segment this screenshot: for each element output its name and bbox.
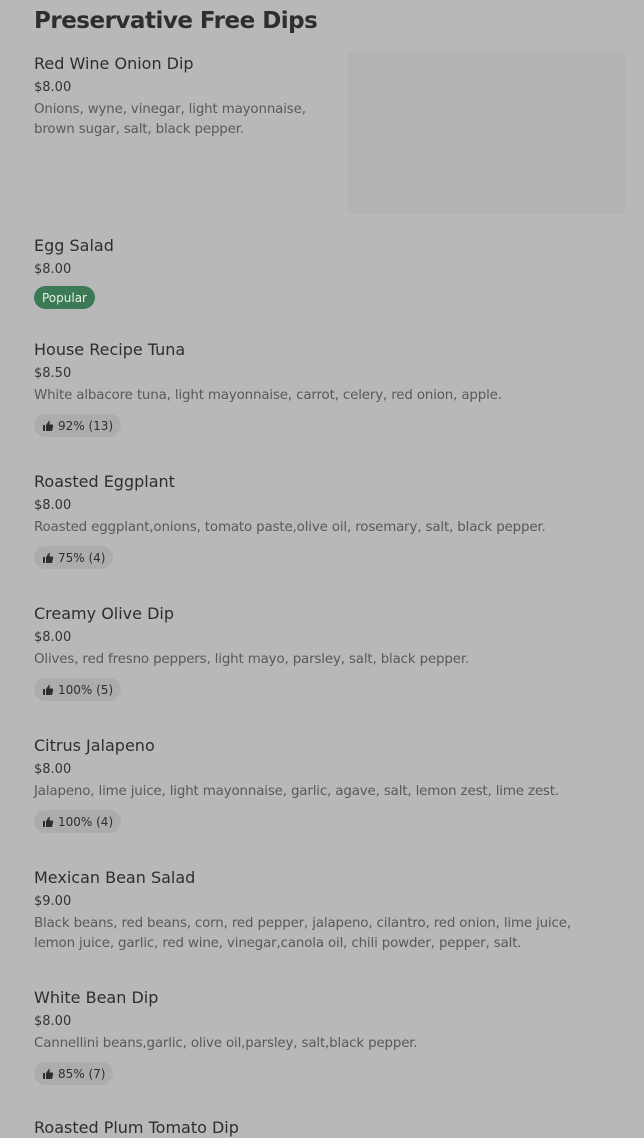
menu-item-mexican-bean-salad[interactable]: Mexican Bean Salad $9.00 Black beans, re… <box>34 868 610 954</box>
menu-item-egg-salad[interactable]: Egg Salad $8.00 Popular <box>34 236 610 309</box>
thumbs-up-icon <box>42 684 54 696</box>
item-description: Cannellini beans,garlic, olive oil,parsl… <box>34 1036 418 1051</box>
item-name: Roasted Eggplant <box>34 472 175 491</box>
section-title: Preservative Free Dips <box>34 8 318 34</box>
item-description: Onions, wyne, vinegar, light mayonnaise,… <box>34 102 306 137</box>
menu-item-roasted-eggplant[interactable]: Roasted Eggplant $8.00 Roasted eggplant,… <box>34 472 610 569</box>
rating-badge: 85% (7) <box>34 1062 114 1085</box>
item-name: White Bean Dip <box>34 988 159 1007</box>
item-price: $8.00 <box>34 80 72 95</box>
item-description: Black beans, red beans, corn, red pepper… <box>34 916 571 951</box>
item-price: $8.00 <box>34 762 72 777</box>
item-price: $8.00 <box>34 1014 72 1029</box>
item-name: Mexican Bean Salad <box>34 868 196 887</box>
menu-item-house-recipe-tuna[interactable]: House Recipe Tuna $8.50 White albacore t… <box>34 340 610 437</box>
rating-badge: 75% (4) <box>34 546 114 569</box>
rating-badge: 100% (5) <box>34 678 122 701</box>
rating-text: 100% (4) <box>58 814 114 829</box>
rating-text: 100% (5) <box>58 682 114 697</box>
item-description: White albacore tuna, light mayonnaise, c… <box>34 388 502 403</box>
item-name: Red Wine Onion Dip <box>34 54 194 73</box>
item-price: $8.00 <box>34 498 72 513</box>
item-price: $8.00 <box>34 630 72 645</box>
item-description: Roasted eggplant,onions, tomato paste,ol… <box>34 520 546 535</box>
item-name: House Recipe Tuna <box>34 340 186 359</box>
item-price: $8.00 <box>34 262 72 277</box>
menu-item-roasted-plum-tomato-dip[interactable]: Roasted Plum Tomato Dip <box>34 1118 610 1138</box>
thumbs-up-icon <box>42 816 54 828</box>
menu-item-red-wine-onion-dip[interactable]: Red Wine Onion Dip $8.00 Onions, wyne, v… <box>34 54 334 140</box>
item-description: Olives, red fresno peppers, light mayo, … <box>34 652 470 667</box>
item-name: Citrus Jalapeno <box>34 736 155 755</box>
item-description: Jalapeno, lime juice, light mayonnaise, … <box>34 784 559 799</box>
rating-text: 92% (13) <box>58 418 114 433</box>
thumbs-up-icon <box>42 552 54 564</box>
item-price: $8.50 <box>34 366 72 381</box>
rating-text: 85% (7) <box>58 1066 106 1081</box>
thumbs-up-icon <box>42 1068 54 1080</box>
item-name: Egg Salad <box>34 236 114 255</box>
menu-item-white-bean-dip[interactable]: White Bean Dip $8.00 Cannellini beans,ga… <box>34 988 610 1085</box>
rating-text: 75% (4) <box>58 550 106 565</box>
item-price: $9.00 <box>34 894 72 909</box>
item-name: Creamy Olive Dip <box>34 604 174 623</box>
rating-badge: 92% (13) <box>34 414 122 437</box>
item-image-placeholder[interactable] <box>348 52 625 214</box>
popular-badge: Popular <box>34 286 95 309</box>
rating-badge: 100% (4) <box>34 810 122 833</box>
thumbs-up-icon <box>42 420 54 432</box>
menu-item-creamy-olive-dip[interactable]: Creamy Olive Dip $8.00 Olives, red fresn… <box>34 604 610 701</box>
item-name: Roasted Plum Tomato Dip <box>34 1118 239 1137</box>
menu-item-citrus-jalapeno[interactable]: Citrus Jalapeno $8.00 Jalapeno, lime jui… <box>34 736 610 833</box>
